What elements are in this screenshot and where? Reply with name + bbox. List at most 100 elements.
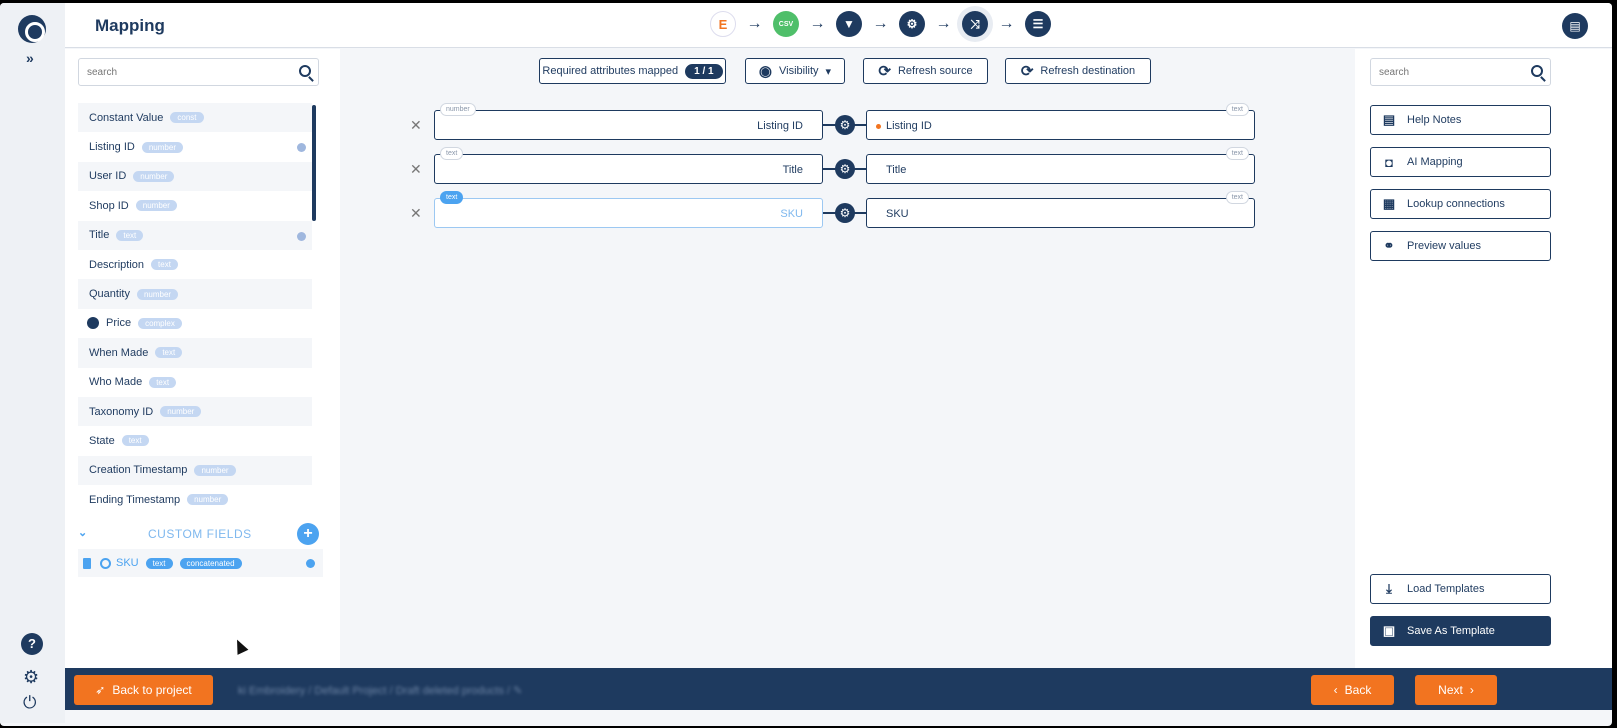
clipboard-icon[interactable]: ▤ (1562, 13, 1588, 39)
step-adjustments-icon[interactable]: ☰ (1025, 11, 1051, 37)
mapping-row: ✕ text SKU ⚙ text SKU (410, 191, 1270, 228)
attribute-item[interactable]: Price complex (78, 309, 312, 338)
refresh-icon: ⟳ (1020, 63, 1034, 80)
mapping-settings-icon[interactable]: ⚙ (835, 203, 855, 223)
back-to-project-button[interactable]: ➶ Back to project (74, 675, 213, 705)
attribute-label: Who Made (89, 376, 143, 389)
back-button[interactable]: ‹ Back (1311, 675, 1394, 705)
robot-icon: ◘ (1385, 154, 1393, 170)
destination-field[interactable]: text Listing ID (866, 103, 1255, 140)
add-mapping-icon[interactable] (306, 559, 315, 568)
attribute-item[interactable]: Ending Timestamp number (78, 485, 312, 514)
step-etsy-source-icon[interactable]: E (710, 11, 736, 37)
step-arrow-icon: → (809, 15, 826, 32)
type-badge: number (136, 288, 179, 300)
remove-mapping-icon[interactable]: ✕ (410, 161, 422, 178)
attribute-item[interactable]: Taxonomy ID number (78, 396, 312, 427)
attribute-item[interactable]: Shop ID number (78, 191, 312, 220)
attribute-label: Description (89, 258, 145, 271)
expand-sidebar-icon[interactable]: » (26, 50, 34, 66)
destination-search-field[interactable] (1370, 58, 1551, 86)
refresh-icon: ⟳ (878, 63, 891, 80)
ai-mapping-button[interactable]: ◘ AI Mapping (1370, 147, 1551, 177)
edit-ring-icon[interactable] (100, 557, 111, 569)
step-filter-icon[interactable]: ▼ (836, 11, 862, 37)
mapping-settings-icon[interactable]: ⚙ (835, 159, 855, 179)
load-templates-label: Load Templates (1407, 583, 1485, 595)
type-badge: number (133, 170, 175, 182)
load-templates-button[interactable]: ⤓ Load Templates (1370, 574, 1551, 604)
type-badge: number (141, 141, 183, 153)
expand-complex-icon[interactable] (87, 317, 99, 330)
attribute-item[interactable]: State text (78, 426, 312, 455)
attribute-label: Creation Timestamp (89, 464, 188, 477)
mapping-row: ✕ text Title ⚙ text Title (410, 147, 1270, 184)
attribute-item[interactable]: Description text (78, 250, 312, 279)
refresh-destination-button[interactable]: ⟳ Refresh destination (1005, 58, 1151, 84)
custom-field-item[interactable]: SKU text concatenated (78, 549, 323, 577)
attribute-label: User ID (89, 170, 127, 183)
rocket-icon: ➶ (95, 683, 106, 697)
chevron-right-icon: › (1469, 683, 1474, 697)
add-mapping-icon[interactable] (297, 143, 306, 153)
breadcrumb[interactable]: ki Embroidery / Default Project / Draft … (238, 684, 522, 697)
attribute-item[interactable]: Quantity number (78, 279, 312, 309)
search-icon[interactable] (1531, 65, 1543, 77)
required-attributes-indicator[interactable]: Required attributes mapped 1 / 1 (539, 58, 726, 84)
attribute-list-scrollbar[interactable] (312, 105, 316, 221)
back-label: Back (1344, 683, 1372, 697)
app-logo[interactable] (18, 15, 46, 43)
logout-power-icon[interactable]: ⏻ (23, 693, 36, 713)
destination-field-label: SKU (886, 208, 909, 220)
next-button[interactable]: Next › (1415, 675, 1497, 705)
mapping-settings-icon[interactable]: ⚙ (835, 115, 855, 135)
add-mapping-icon[interactable] (297, 231, 306, 241)
page-title: Mapping (95, 16, 165, 35)
remove-mapping-icon[interactable]: ✕ (410, 117, 422, 134)
help-notes-button[interactable]: ▤ Help Notes (1370, 105, 1551, 135)
help-icon[interactable]: ? (21, 633, 43, 655)
trash-icon[interactable] (83, 557, 91, 569)
refresh-source-button[interactable]: ⟳ Refresh source (863, 58, 988, 84)
collapse-chevron-icon[interactable]: ⌄ (78, 526, 87, 539)
attribute-item[interactable]: Constant Value const (78, 103, 312, 133)
visibility-dropdown[interactable]: ◉ Visibility ▾ (745, 58, 845, 84)
attribute-item[interactable]: Listing ID number (78, 132, 312, 161)
eye-icon: ◉ (758, 63, 773, 80)
attribute-item[interactable]: Who Made text (78, 368, 312, 397)
attribute-label: Shop ID (89, 199, 129, 212)
remove-mapping-icon[interactable]: ✕ (410, 205, 422, 222)
save-as-template-button[interactable]: ▣ Save As Template (1370, 616, 1551, 646)
type-badge: const (170, 112, 204, 124)
step-csv-icon[interactable]: CSV (773, 11, 799, 37)
destination-search-input[interactable] (1371, 59, 1515, 85)
attribute-item[interactable]: When Made text (78, 338, 312, 368)
type-badge: number (160, 406, 202, 418)
source-search-field[interactable] (78, 58, 319, 86)
chevron-left-icon: ‹ (1333, 683, 1338, 697)
preview-values-button[interactable]: ⚭ Preview values (1370, 231, 1551, 261)
type-badge: text (145, 557, 173, 569)
search-icon[interactable] (299, 65, 311, 77)
step-mapping-icon[interactable]: ⤨ (962, 11, 988, 37)
source-field[interactable]: text SKU (434, 191, 823, 228)
step-settings-icon[interactable]: ⚙ (899, 11, 925, 37)
attribute-item[interactable]: User ID number (78, 161, 312, 192)
attribute-item[interactable]: Creation Timestamp number (78, 455, 312, 486)
destination-field[interactable]: text Title (866, 147, 1255, 184)
source-search-input[interactable] (79, 59, 271, 85)
workflow-steps: E → CSV → ▼ → ⚙ → ⤨ → ☰ (710, 11, 1051, 37)
source-field-label: Title (782, 164, 803, 176)
type-badge: text (151, 259, 178, 271)
type-badge: text (121, 435, 149, 447)
source-field[interactable]: text Title (434, 147, 823, 184)
source-field[interactable]: number Listing ID (434, 103, 823, 140)
add-custom-field-button[interactable]: + (297, 523, 319, 545)
destination-field-label: Title (886, 164, 907, 176)
destination-field[interactable]: text SKU (866, 191, 1255, 228)
attribute-item[interactable]: Title text (78, 220, 312, 250)
settings-gear-icon[interactable]: ⚙ (23, 667, 39, 688)
help-notes-label: Help Notes (1407, 114, 1462, 126)
lookup-connections-button[interactable]: ▦ Lookup connections (1370, 189, 1551, 219)
grid-icon: ▦ (1382, 196, 1396, 211)
